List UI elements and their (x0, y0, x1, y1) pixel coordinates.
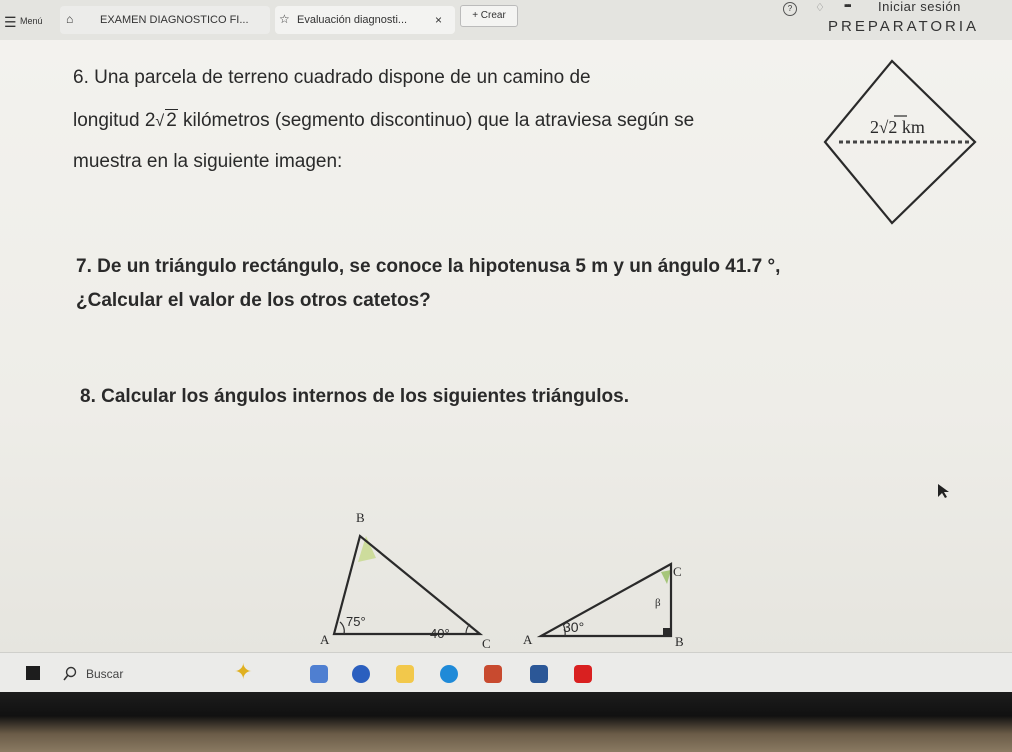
tab-examen-label: EXAMEN DIAGNOSTICO FI... (100, 14, 249, 26)
t1-vertex-a: A (320, 632, 330, 647)
diamond-label-unit: km (897, 117, 925, 137)
triangle-2-shape (536, 562, 673, 638)
diamond-label-coef: 2 (870, 117, 879, 137)
t2-vertex-a: A (523, 632, 533, 647)
taskbar-search-label[interactable]: Buscar (86, 667, 123, 681)
question-6-line-1: 6. Una parcela de terreno cuadrado dispo… (73, 67, 591, 88)
question-8-line-1: 8. Calcular los ángulos internos de los … (80, 386, 630, 407)
tab-evaluacion-label: Evaluación diagnosti... (297, 14, 408, 26)
task-view-icon[interactable] (310, 665, 328, 683)
chrome-icon[interactable] (352, 665, 370, 683)
tab-evaluacion[interactable]: ☆ Evaluación diagnosti... × (275, 6, 455, 34)
t1-vertex-b: B (356, 510, 365, 525)
triangle-2-diagram: C A B β 30° (523, 562, 684, 649)
triangle-1-diagram: B A C 75° 40° (320, 510, 491, 651)
notification-icon[interactable]: ♢ (815, 1, 825, 14)
diamond-diagram: 2√2 km (823, 59, 977, 225)
taskbar: Buscar ✦ (0, 652, 1012, 692)
monitor-bezel (0, 692, 1012, 752)
browser-toolbar: ☰ Menú ⌂ EXAMEN DIAGNOSTICO FI... ☆ Eval… (0, 0, 1012, 41)
signin-link[interactable]: Iniciar sesión (878, 0, 961, 14)
close-tab-icon[interactable]: × (435, 13, 442, 27)
apps-grid-icon[interactable]: ▪▪▪ (844, 0, 852, 12)
tab-examen[interactable]: ⌂ EXAMEN DIAGNOSTICO FI... (60, 6, 270, 34)
svg-text:2√2 km: 2√2 km (870, 117, 925, 137)
question-6-line-2: longitud 2√ 2 kilómetros (segmento discon… (73, 109, 695, 131)
question-7-line-1: 7. De un triángulo rectángulo, se conoce… (76, 256, 781, 277)
angle-b-highlight (358, 536, 376, 562)
star-icon[interactable]: ☆ (279, 12, 290, 26)
question-6-line-3: muestra en la siguiente imagen: (73, 151, 343, 172)
t2-vertex-c: C (673, 564, 682, 579)
t2-angle-a: 30° (563, 619, 584, 635)
home-icon: ⌂ (66, 12, 74, 26)
powerpoint-icon[interactable] (484, 665, 502, 683)
question-7-line-2: ¿Calcular el valor de los otros catetos? (76, 290, 431, 311)
help-icon[interactable]: ? (783, 2, 797, 16)
right-angle-marker (663, 628, 671, 636)
copilot-sparkle-icon[interactable]: ✦ (234, 659, 252, 685)
diamond-label-radicand: 2 (888, 117, 897, 137)
windows-start-icon[interactable] (26, 666, 40, 680)
search-icon[interactable] (62, 666, 78, 682)
t1-vertex-c: C (482, 636, 491, 651)
edge-icon[interactable] (440, 665, 458, 683)
q6-kilometros-text: kilómetros (segmento discontinuo) que la… (177, 110, 695, 131)
file-explorer-icon[interactable] (396, 665, 414, 683)
document-page: 6. Una parcela de terreno cuadrado dispo… (0, 40, 1012, 652)
angle-beta-highlight (661, 570, 671, 584)
word-icon[interactable] (530, 665, 548, 683)
t2-angle-beta: β (655, 597, 661, 609)
menu-icon[interactable]: ☰ (4, 14, 17, 31)
t1-angle-a: 75° (346, 614, 366, 629)
q6-radicand: 2 (165, 109, 178, 131)
acrobat-icon[interactable] (574, 665, 592, 683)
screen: ☰ Menú ⌂ EXAMEN DIAGNOSTICO FI... ☆ Eval… (0, 0, 1012, 692)
t1-angle-c: 40° (430, 626, 450, 641)
menu-label[interactable]: Menú (20, 16, 43, 26)
header-preparatoria: PREPARATORIA (828, 18, 980, 35)
t2-vertex-b: B (675, 634, 684, 649)
new-tab-button[interactable]: + Crear (460, 5, 518, 27)
mouse-cursor-icon (938, 484, 949, 498)
q6-longitud-text: longitud 2 (73, 110, 156, 131)
